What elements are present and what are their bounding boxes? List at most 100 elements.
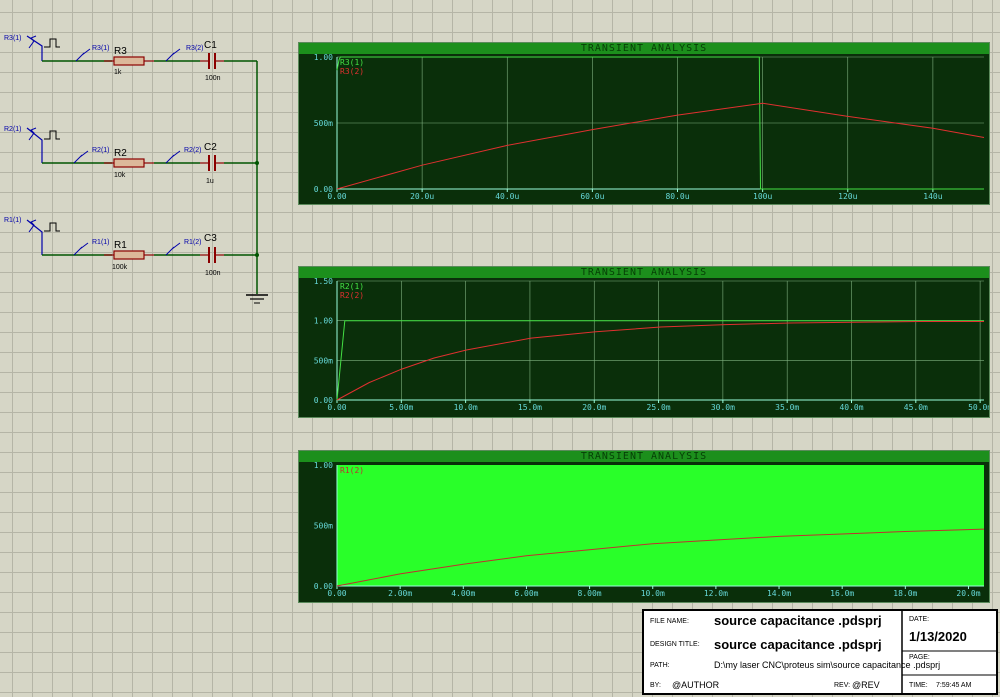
probe-label-r3-1: R3(1) [92, 45, 110, 52]
graph-plot: 0.00 5.00m 10.0m 15.0m 20.0m 25.0m 30.0m 35.0m 4… [314, 278, 989, 412]
x-tick-label: 140u [923, 192, 942, 201]
rev-label: REV: [834, 682, 851, 689]
pulse-generator-r1[interactable]: R1(1) [4, 217, 60, 255]
capacitor-c3[interactable]: C3 100n [200, 233, 224, 277]
legend-entry: R2(1) [340, 282, 364, 291]
graph-title: TRANSIENT ANALYSIS [299, 267, 989, 278]
probe-r2-2[interactable]: R2(2) [165, 147, 202, 164]
x-tick-label: 10.0m [641, 589, 665, 598]
resistor-r2[interactable]: R2 10k [104, 148, 154, 179]
probe-label-r1-1: R1(1) [92, 239, 110, 246]
ground-icon[interactable] [246, 294, 268, 304]
time-value: 7:59:45 AM [936, 682, 972, 689]
plot-area [337, 281, 984, 400]
y-tick-label: 500m [314, 356, 333, 365]
x-tick-label: 40.0u [495, 192, 519, 201]
x-tick-label: 50.0m [968, 403, 989, 412]
probe-label-r1-2: R1(2) [184, 239, 202, 246]
y-tick-label: 0.00 [314, 185, 333, 194]
circuit-branch-r3: R3(1) R3(1) R3 1k R3(2) C1 100n [4, 35, 257, 82]
resistor-r1[interactable]: R1 100k [104, 240, 154, 271]
circuit-branch-r2: R2(1) R2(1) R2 10k R2(2) C2 1u [4, 126, 257, 185]
author-value: @AUTHOR [672, 680, 720, 690]
transient-graph-r2[interactable]: TRANSIENT ANALYSIS 0.00 5.00m 10.0m 15.0m 20… [298, 266, 990, 418]
x-tick-label: 18.0m [893, 589, 917, 598]
resistor-ref-r1: R1 [114, 240, 127, 251]
x-tick-label: 20.0m [956, 589, 980, 598]
graph-plot: 0.00 20.0u 40.0u 60.0u 80.0u 100u 120u 140u 1.00… [314, 54, 985, 201]
design-title-value: source capacitance .pdsprj [714, 637, 882, 652]
pulse-generator-r2[interactable]: R2(1) [4, 126, 60, 163]
capacitor-value-c3: 100n [205, 270, 221, 277]
probe-r3-2[interactable]: R3(2) [165, 45, 204, 62]
capacitor-ref-c1: C1 [204, 40, 217, 51]
y-tick-label: 0.00 [314, 396, 333, 405]
x-tick-label: 30.0m [711, 403, 735, 412]
page-label: PAGE: [909, 654, 930, 661]
x-tick-label: 6.00m [514, 589, 538, 598]
resistor-value-r3: 1k [114, 69, 122, 76]
resistor-value-r1: 100k [112, 264, 128, 271]
legend-entry: R2(2) [340, 291, 364, 300]
x-tick-label: 100u [753, 192, 772, 201]
resistor-r3[interactable]: R3 1k [104, 46, 154, 76]
x-tick-label: 35.0m [775, 403, 799, 412]
capacitor-ref-c2: C2 [204, 142, 217, 153]
generator-label-r3: R3(1) [4, 35, 22, 42]
y-tick-label: 500m [314, 522, 333, 531]
y-tick-label: 0.00 [314, 582, 333, 591]
capacitor-c1[interactable]: C1 100n [200, 40, 224, 82]
x-tick-label: 20.0m [582, 403, 606, 412]
y-tick-label: 1.50 [314, 278, 333, 286]
file-name-label: FILE NAME: [650, 618, 689, 625]
x-tick-label: 45.0m [904, 403, 928, 412]
x-tick-label: 80.0u [665, 192, 689, 201]
x-tick-label: 12.0m [704, 589, 728, 598]
x-tick-label: 40.0m [839, 403, 863, 412]
probe-r2-1[interactable]: R2(1) [73, 147, 110, 164]
y-tick-label: 500m [314, 119, 333, 128]
capacitor-ref-c3: C3 [204, 233, 217, 244]
x-tick-label: 20.0u [410, 192, 434, 201]
probe-r3-1[interactable]: R3(1) [75, 45, 110, 62]
x-tick-label: 2.00m [388, 589, 412, 598]
design-title-label: DESIGN TITLE: [650, 641, 700, 648]
time-label: TIME: [909, 682, 928, 689]
transient-graph-r1[interactable]: TRANSIENT ANALYSIS 0.00 2.00m 4.00m 6.00m 8.… [298, 450, 990, 603]
plot-area [337, 465, 984, 586]
probe-r1-2[interactable]: R1(2) [165, 239, 202, 256]
capacitor-c2[interactable]: C2 1u [200, 142, 224, 185]
by-label: BY: [650, 682, 661, 689]
resistor-ref-r2: R2 [114, 148, 127, 159]
capacitor-value-c2: 1u [206, 178, 214, 185]
y-tick-label: 1.00 [314, 54, 333, 62]
rev-value: @REV [852, 680, 880, 690]
y-tick-label: 1.00 [314, 317, 333, 326]
probe-label-r3-2: R3(2) [186, 45, 204, 52]
title-block: FILE NAME: source capacitance .pdsprj DE… [642, 609, 998, 695]
probe-label-r2-1: R2(1) [92, 147, 110, 154]
circuit-branch-r1: R1(1) R1(1) R1 100k R1(2) C3 100n [4, 217, 257, 277]
x-tick-label: 15.0m [518, 403, 542, 412]
date-value: 1/13/2020 [909, 629, 967, 644]
y-tick-label: 1.00 [314, 462, 333, 470]
ground-rail [255, 61, 259, 294]
capacitor-value-c1: 100n [205, 75, 221, 82]
x-tick-label: 14.0m [767, 589, 791, 598]
probe-r1-1[interactable]: R1(1) [73, 239, 110, 256]
file-name-value: source capacitance .pdsprj [714, 613, 882, 628]
resistor-ref-r3: R3 [114, 46, 127, 57]
generator-label-r2: R2(1) [4, 126, 22, 133]
x-tick-label: 120u [838, 192, 857, 201]
generator-label-r1: R1(1) [4, 217, 22, 224]
legend-entry: R3(2) [340, 67, 364, 76]
x-tick-label: 10.0m [454, 403, 478, 412]
schematic: R3(1) R3(1) R3 1k R3(2) C1 100n R2(1) R2… [4, 35, 268, 304]
path-value: D:\my laser CNC\proteus sim\source capac… [714, 660, 941, 670]
graph-plot: 0.00 2.00m 4.00m 6.00m 8.00m 10.0m 12.0m 14.0m 1… [314, 462, 985, 598]
legend-entry: R3(1) [340, 58, 364, 67]
x-tick-label: 8.00m [578, 589, 602, 598]
transient-graph-r3[interactable]: TRANSIENT ANALYSIS 0.00 20.0u 40.0u 60.0u 80… [298, 42, 990, 205]
x-tick-label: 60.0u [580, 192, 604, 201]
pulse-generator-r3[interactable]: R3(1) [4, 35, 60, 61]
